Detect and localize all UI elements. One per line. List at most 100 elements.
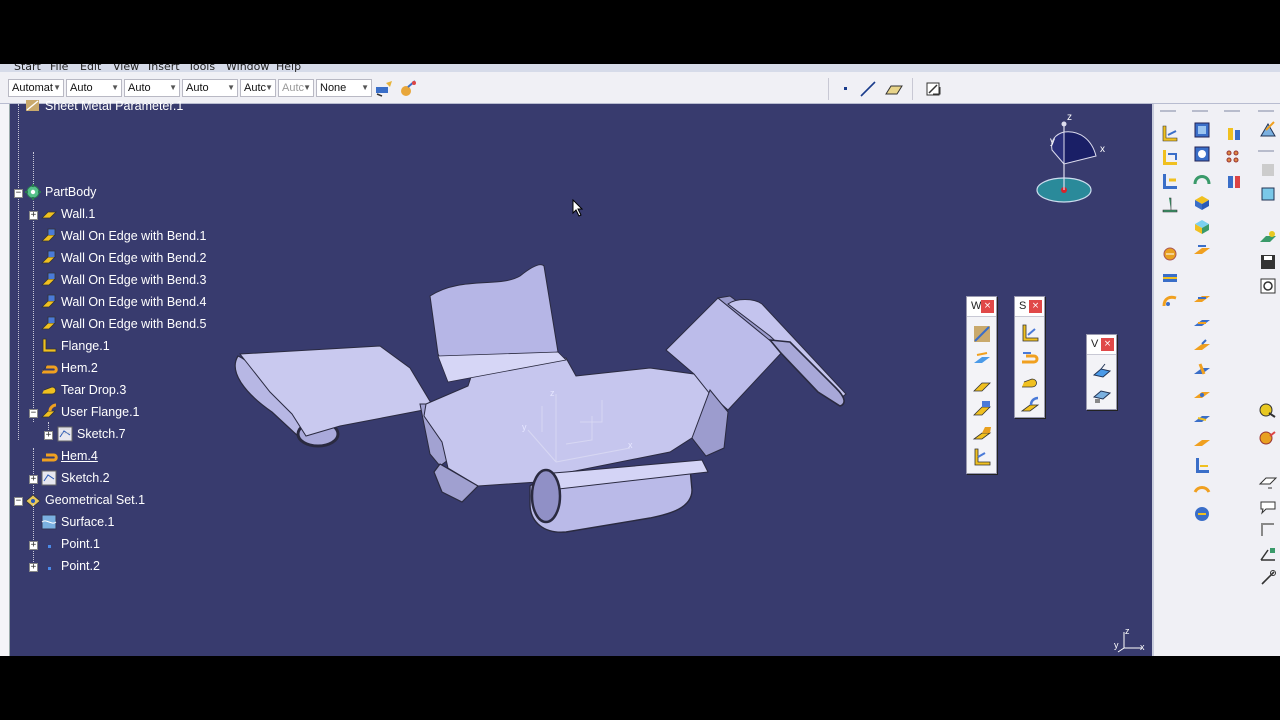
constraint-icon[interactable] <box>1258 568 1278 588</box>
extrude-stamp-icon[interactable] <box>1192 408 1212 428</box>
tree-collapse-toggle[interactable]: − <box>14 497 23 506</box>
menu-start[interactable]: Start <box>14 64 41 72</box>
pattern-icon[interactable] <box>1224 148 1244 168</box>
sheet-metal-part[interactable]: z x y <box>234 264 847 533</box>
point-icon[interactable] <box>836 79 856 99</box>
tree-collapse-toggle[interactable]: − <box>29 409 38 418</box>
swept-toolbar-header[interactable]: S × <box>1015 297 1044 317</box>
tree-node-tear-drop[interactable]: Tear Drop.3 <box>40 380 126 400</box>
insert-body-icon[interactable] <box>1224 124 1244 144</box>
formula-icon[interactable] <box>1258 428 1278 448</box>
tree-node-sketch-7[interactable]: Sketch.7 <box>56 424 126 444</box>
save-icon[interactable] <box>1258 252 1278 272</box>
measure-icon[interactable] <box>924 79 944 99</box>
menu-tools[interactable]: Tools <box>188 64 215 72</box>
hem-icon[interactable] <box>1019 347 1041 369</box>
snap-icon[interactable] <box>1258 544 1278 564</box>
menu-file[interactable]: File <box>50 64 68 72</box>
close-icon[interactable]: × <box>1029 300 1042 313</box>
knowledge-icon[interactable] <box>1258 400 1278 420</box>
tree-node-sketch-2[interactable]: Sketch.2 <box>40 468 110 488</box>
multi-view-icon[interactable] <box>1091 383 1113 405</box>
tree-node-point-2[interactable]: Point.2 <box>40 556 100 576</box>
tree-expand-toggle[interactable]: + <box>29 475 38 484</box>
annotation-icon[interactable] <box>1258 520 1278 540</box>
tree-node-surface[interactable]: Surface.1 <box>40 512 115 532</box>
louver-icon[interactable] <box>1192 288 1212 308</box>
conical-bend-icon[interactable] <box>1160 172 1180 192</box>
line-type-dropdown[interactable]: Auto ▼ <box>182 79 238 97</box>
stiffening-rib-icon[interactable] <box>1192 336 1212 356</box>
flange-corner-icon[interactable] <box>1192 456 1212 476</box>
tree-node-wall-on-edge-4[interactable]: Wall On Edge with Bend.4 <box>40 292 206 312</box>
curve-stamp-icon[interactable] <box>1192 216 1212 236</box>
mirror-icon[interactable] <box>1224 172 1244 192</box>
plane-icon[interactable] <box>884 79 904 99</box>
flange-icon[interactable] <box>971 447 993 469</box>
point-type-dropdown[interactable]: Autc ▼ <box>240 79 276 97</box>
user-flange-icon[interactable] <box>1019 395 1041 417</box>
line-thickness-dropdown[interactable]: Auto ▼ <box>124 79 180 97</box>
recognize-icon[interactable] <box>971 323 993 345</box>
tree-node-user-flange[interactable]: User Flange.1 <box>40 402 140 422</box>
flange-icon[interactable] <box>1019 323 1041 345</box>
compass-widget[interactable]: z y x <box>1030 110 1120 210</box>
surface-stamp-icon[interactable] <box>1192 168 1212 188</box>
point-stamp-icon[interactable] <box>1192 432 1212 452</box>
views-toolbar-header[interactable]: V × <box>1087 335 1116 355</box>
tree-node-wall-on-edge-1[interactable]: Wall On Edge with Bend.1 <box>40 226 206 246</box>
fold-unfold-icon[interactable] <box>1091 361 1113 383</box>
catalog-icon[interactable] <box>1258 228 1278 248</box>
walls-floating-toolbar[interactable]: W × <box>966 296 997 474</box>
tear-drop-icon[interactable] <box>1019 371 1041 393</box>
menu-insert[interactable]: Insert <box>148 64 180 72</box>
stamp-icon[interactable] <box>1160 268 1180 288</box>
flanged-cutout-icon[interactable] <box>1192 240 1212 260</box>
tree-node-hem-4[interactable]: Hem.4 <box>40 446 98 466</box>
wall-swept-icon[interactable] <box>971 349 993 371</box>
walls-toolbar-header[interactable]: W × <box>967 297 996 317</box>
swap-icon[interactable] <box>1192 504 1212 524</box>
sketch-tool-icon[interactable] <box>1258 120 1278 140</box>
menu-help[interactable]: Help <box>276 64 301 72</box>
swept-walls-floating-toolbar[interactable]: S × <box>1014 296 1045 418</box>
tree-node-wall-on-edge-2[interactable]: Wall On Edge with Bend.2 <box>40 248 206 268</box>
tree-node-partbody[interactable]: PartBody <box>24 182 96 202</box>
copy-icon[interactable] <box>1258 184 1278 204</box>
tree-node-sheet-metal-parameter[interactable]: Sheet Metal Parameter.1 <box>24 96 183 116</box>
tree-collapse-toggle[interactable]: − <box>14 189 23 198</box>
transparency-dropdown[interactable]: Auto ▼ <box>66 79 122 97</box>
pocket-icon[interactable] <box>1192 120 1212 140</box>
menu-edit[interactable]: Edit <box>80 64 101 72</box>
menu-window[interactable]: Window <box>226 64 269 72</box>
bead-icon[interactable] <box>1192 192 1212 212</box>
tree-node-geometrical-set[interactable]: Geometrical Set.1 <box>24 490 145 510</box>
tree-node-flange[interactable]: Flange.1 <box>40 336 110 356</box>
tree-expand-toggle[interactable]: + <box>29 541 38 550</box>
chamfer-bend-icon[interactable] <box>1192 480 1212 500</box>
wall-icon[interactable] <box>971 375 993 397</box>
menu-view[interactable]: View <box>113 64 139 72</box>
bend-icon[interactable] <box>1160 148 1180 168</box>
extrusion-icon[interactable] <box>971 423 993 445</box>
tree-node-wall-on-edge-5[interactable]: Wall On Edge with Bend.5 <box>40 314 206 334</box>
painter-brush-icon[interactable] <box>374 79 394 99</box>
tree-node-wall[interactable]: Wall.1 <box>40 204 95 224</box>
circular-stamp-icon[interactable] <box>1192 384 1212 404</box>
bridge-icon[interactable] <box>1192 312 1212 332</box>
tree-node-wall-on-edge-3[interactable]: Wall On Edge with Bend.3 <box>40 270 206 290</box>
cutout-icon[interactable] <box>1160 244 1180 264</box>
analysis-icon[interactable] <box>1258 276 1278 296</box>
wall-on-edge-icon[interactable] <box>971 399 993 421</box>
graphic-properties-icon[interactable] <box>398 79 418 99</box>
flange-icon[interactable] <box>1160 124 1180 144</box>
color-dropdown[interactable]: Automat ▼ <box>8 79 64 97</box>
corner-relief-icon[interactable] <box>1160 292 1180 312</box>
tree-expand-toggle[interactable]: + <box>29 211 38 220</box>
line-icon[interactable] <box>858 79 878 99</box>
comment-icon[interactable] <box>1258 496 1278 516</box>
tree-node-point-1[interactable]: Point.1 <box>40 534 100 554</box>
views-floating-toolbar[interactable]: V × <box>1086 334 1117 410</box>
hole-icon[interactable] <box>1192 144 1212 164</box>
layer-dropdown[interactable]: None ▼ <box>316 79 372 97</box>
